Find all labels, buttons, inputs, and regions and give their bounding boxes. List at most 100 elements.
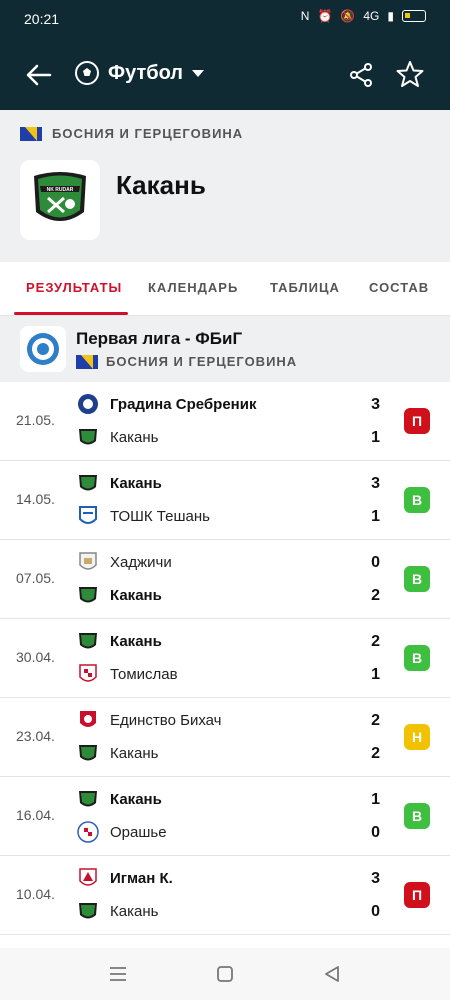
arrow-left-icon[interactable] [24, 60, 54, 90]
back-triangle-icon[interactable] [320, 962, 344, 986]
away-score: 1 [371, 666, 380, 683]
away-team-name: Какань [110, 586, 162, 604]
match-row[interactable]: 21.05. Градина Сребреник Какань 3 1 П [0, 382, 450, 461]
tab-bar: РЕЗУЛЬТАТЫ КАЛЕНДАРЬ ТАБЛИЦА СОСТАВ [0, 262, 450, 316]
mute-icon: 🔕 [340, 9, 356, 23]
status-bar: 20:21 N ⏰ 🔕 4G ▮ [0, 0, 450, 38]
home-team: Игман К. [76, 866, 173, 890]
result-badge: В [404, 487, 430, 513]
team-logo: NK RUDAR [20, 160, 100, 240]
team-crest-icon [76, 820, 100, 844]
away-score: 0 [371, 824, 380, 841]
away-team-name: Какань [110, 744, 159, 762]
home-score: 0 [371, 554, 380, 571]
svg-text:NK RUDAR: NK RUDAR [47, 187, 74, 193]
away-score: 1 [371, 429, 380, 446]
league-name: Первая лига - ФБиГ [76, 329, 243, 348]
home-team-name: Градина Сребреник [110, 395, 257, 413]
sport-label: Футбол [108, 61, 184, 84]
match-date: 07.05. [16, 570, 55, 586]
match-date: 16.04. [16, 807, 55, 823]
match-row[interactable]: 07.05. Хаджичи Какань 0 2 В [0, 540, 450, 619]
match-list: 21.05. Градина Сребреник Какань 3 1 П 14… [0, 382, 450, 935]
away-team-name: Какань [110, 902, 159, 920]
bosnia-flag-icon [20, 126, 42, 141]
away-team: Какань [76, 899, 158, 923]
home-team-name: Какань [110, 790, 162, 808]
team-header: БОСНИЯ И ГЕРЦЕГОВИНА NK RUDAR Какань [0, 110, 450, 262]
home-score: 3 [371, 396, 380, 413]
team-crest-icon [76, 662, 100, 686]
system-nav-bar [0, 948, 450, 1000]
away-score: 1 [371, 508, 380, 525]
match-row[interactable]: 14.05. Какань ТОШК Тешань 3 1 В [0, 461, 450, 540]
status-icons: N ⏰ 🔕 4G ▮ [301, 9, 426, 23]
team-crest-icon [76, 504, 100, 528]
match-row[interactable]: 10.04. Игман К. Какань 3 0 П [0, 856, 450, 935]
team-crest-icon [76, 866, 100, 890]
signal-icon: ▮ [387, 9, 394, 23]
app-bar: Футбол [0, 38, 450, 110]
result-badge: В [404, 645, 430, 671]
tab-squad[interactable]: СОСТАВ [369, 280, 429, 295]
home-team: Хаджичи [76, 550, 172, 574]
match-date: 30.04. [16, 649, 55, 665]
away-team: Какань [76, 425, 158, 449]
tab-results[interactable]: РЕЗУЛЬТАТЫ [26, 280, 122, 295]
active-tab-indicator [14, 312, 128, 315]
team-crest-icon [76, 629, 100, 653]
home-team: Единство Бихач [76, 708, 221, 732]
team-country: БОСНИЯ И ГЕРЦЕГОВИНА [20, 126, 243, 141]
away-team-name: Какань [110, 428, 159, 446]
away-team-name: Орашье [110, 823, 167, 841]
home-team: Градина Сребреник [76, 392, 256, 416]
home-icon[interactable] [213, 962, 237, 986]
team-crest-icon [76, 708, 100, 732]
home-team-name: Какань [110, 474, 162, 492]
away-team: ТОШК Тешань [76, 504, 210, 528]
menu-icon[interactable] [106, 962, 130, 986]
team-crest-icon [76, 899, 100, 923]
home-team: Какань [76, 787, 162, 811]
match-date: 23.04. [16, 728, 55, 744]
tab-calendar[interactable]: КАЛЕНДАРЬ [148, 280, 238, 295]
alarm-icon: ⏰ [317, 9, 333, 23]
league-country-label: БОСНИЯ И ГЕРЦЕГОВИНА [106, 354, 298, 369]
match-row[interactable]: 30.04. Какань Томислав 2 1 В [0, 619, 450, 698]
result-badge: В [404, 803, 430, 829]
team-crest-icon [76, 583, 100, 607]
tab-table[interactable]: ТАБЛИЦА [270, 280, 340, 295]
team-crest-icon [76, 741, 100, 765]
home-team-name: Единство Бихач [110, 711, 222, 729]
away-team-name: ТОШК Тешань [110, 507, 210, 525]
match-row[interactable]: 16.04. Какань Орашье 1 0 В [0, 777, 450, 856]
home-score: 2 [371, 633, 380, 650]
sport-selector[interactable]: Футбол [74, 60, 205, 86]
home-score: 3 [371, 870, 380, 887]
league-crest-icon [27, 333, 59, 365]
share-icon[interactable] [348, 62, 374, 88]
away-team: Какань [76, 583, 162, 607]
match-row[interactable]: 23.04. Единство Бихач Какань 2 2 Н [0, 698, 450, 777]
nfc-icon: N [300, 9, 310, 23]
away-score: 2 [371, 587, 380, 604]
league-header[interactable]: Первая лига - ФБиГ БОСНИЯ И ГЕРЦЕГОВИНА [0, 316, 450, 382]
away-score: 0 [371, 903, 380, 920]
home-team-name: Какань [110, 632, 162, 650]
result-badge: Н [404, 724, 430, 750]
result-badge: П [404, 408, 430, 434]
away-team-name: Томислав [110, 665, 178, 683]
status-time: 20:21 [24, 11, 60, 27]
away-team: Какань [76, 741, 158, 765]
chevron-down-icon [192, 70, 205, 77]
star-icon[interactable] [396, 60, 424, 88]
rudar-crest-icon: NK RUDAR [34, 172, 86, 221]
league-country: БОСНИЯ И ГЕРЦЕГОВИНА [76, 354, 297, 369]
home-score: 3 [371, 475, 380, 492]
team-crest-icon [76, 550, 100, 574]
result-badge: П [404, 882, 430, 908]
team-country-label: БОСНИЯ И ГЕРЦЕГОВИНА [52, 126, 244, 141]
network-label: 4G [363, 9, 380, 23]
match-date: 21.05. [16, 412, 55, 428]
away-score: 2 [371, 745, 380, 762]
